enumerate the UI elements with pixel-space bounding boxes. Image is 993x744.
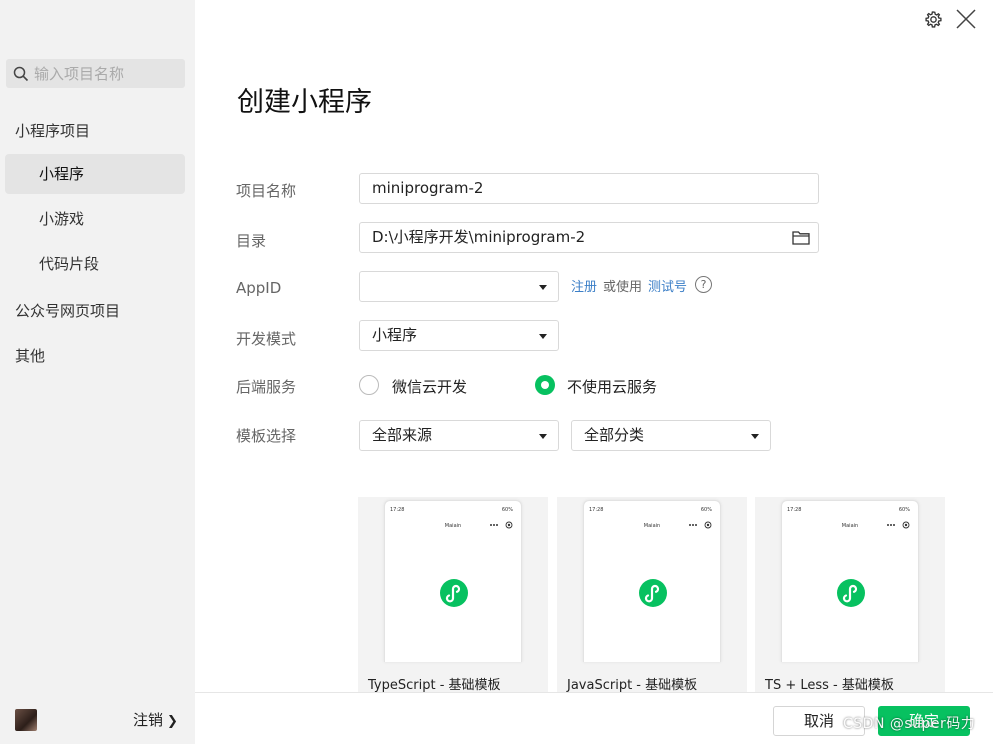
register-link[interactable]: 注册 bbox=[571, 276, 597, 295]
watermark: CSDN @super码力 bbox=[843, 716, 976, 732]
search-box[interactable] bbox=[6, 59, 185, 88]
phone-time: 17:28 bbox=[589, 507, 604, 513]
directory-value: D:\小程序开发\miniprogram-2 bbox=[372, 228, 586, 246]
capsule-icon bbox=[887, 521, 910, 529]
backend-label: 后端服务 bbox=[236, 378, 297, 396]
miniprogram-logo-icon bbox=[837, 579, 865, 607]
phone-preview: 17:28 60% Maiain bbox=[384, 500, 522, 662]
template-name: TS + Less - 基础模板 bbox=[765, 678, 894, 693]
radio-wechat-cloud[interactable] bbox=[359, 375, 379, 395]
search-input[interactable] bbox=[34, 64, 174, 83]
phone-battery: 60% bbox=[898, 507, 910, 513]
phone-time: 17:28 bbox=[787, 507, 802, 513]
sidebar: 小程序项目 小程序 小游戏 代码片段 公众号网页项目 其他 注销❯ bbox=[0, 0, 195, 744]
template-card-ts-less[interactable]: 17:28 60% Maiain TS + Less - 基础模板 bbox=[755, 497, 945, 693]
phone-preview: 17:28 60% Maiain bbox=[781, 500, 919, 662]
project-name-label: 项目名称 bbox=[236, 182, 297, 200]
nav-group-other[interactable]: 其他 bbox=[15, 345, 45, 366]
radio-wechat-cloud-label[interactable]: 微信云开发 bbox=[392, 376, 467, 397]
dev-mode-label: 开发模式 bbox=[236, 330, 297, 348]
phone-battery: 60% bbox=[501, 507, 513, 513]
test-account-link[interactable]: 测试号 bbox=[648, 276, 687, 295]
template-label: 模板选择 bbox=[236, 427, 297, 445]
directory-label: 目录 bbox=[236, 232, 267, 250]
miniprogram-logo-icon bbox=[440, 579, 468, 607]
phone-time: 17:28 bbox=[390, 507, 405, 513]
dev-mode-select[interactable]: 小程序 bbox=[359, 320, 559, 351]
template-source-select[interactable]: 全部来源 bbox=[359, 420, 559, 451]
phone-preview: 17:28 60% Maiain bbox=[583, 500, 721, 662]
logout-button[interactable]: 注销 ❯ bbox=[133, 709, 178, 730]
avatar bbox=[15, 709, 37, 731]
search-icon bbox=[13, 66, 29, 81]
template-category-select[interactable]: 全部分类 bbox=[571, 420, 771, 451]
sidebar-item-miniprogram[interactable]: 小程序 bbox=[5, 154, 185, 194]
nav-group-miniprogram[interactable]: 小程序项目 bbox=[15, 120, 90, 141]
capsule-icon bbox=[689, 521, 712, 529]
template-card-javascript[interactable]: 17:28 60% Maiain JavaScript - 基础模板 bbox=[557, 497, 747, 693]
appid-label: AppID bbox=[236, 279, 282, 297]
or-use-text: 或使用 bbox=[603, 280, 643, 295]
chevron-right-icon: ❯ bbox=[167, 714, 178, 729]
template-card-typescript[interactable]: 17:28 60% Maiain TypeScript - 基础模板 bbox=[358, 497, 548, 693]
help-icon[interactable]: ? bbox=[695, 276, 712, 293]
capsule-icon bbox=[490, 521, 513, 529]
page-title: 创建小程序 bbox=[237, 87, 372, 118]
folder-icon[interactable] bbox=[792, 230, 810, 245]
radio-no-cloud-label[interactable]: 不使用云服务 bbox=[567, 376, 657, 397]
close-icon[interactable] bbox=[955, 8, 977, 30]
template-name: JavaScript - 基础模板 bbox=[567, 678, 698, 693]
radio-no-cloud[interactable] bbox=[535, 375, 555, 395]
user-row: 注销 ❯ bbox=[0, 700, 195, 740]
sidebar-item-minigame[interactable]: 小游戏 bbox=[5, 199, 185, 239]
logout-label: 注销 bbox=[133, 711, 164, 729]
project-name-input[interactable]: miniprogram-2 bbox=[359, 173, 819, 204]
template-name: TypeScript - 基础模板 bbox=[368, 678, 501, 693]
gear-icon[interactable] bbox=[924, 10, 943, 29]
phone-battery: 60% bbox=[700, 507, 712, 513]
miniprogram-logo-icon bbox=[639, 579, 667, 607]
appid-select[interactable] bbox=[359, 271, 559, 302]
sidebar-item-code-snippet[interactable]: 代码片段 bbox=[5, 244, 185, 284]
directory-input[interactable]: D:\小程序开发\miniprogram-2 bbox=[359, 222, 819, 253]
nav-group-official-account[interactable]: 公众号网页项目 bbox=[15, 300, 120, 321]
